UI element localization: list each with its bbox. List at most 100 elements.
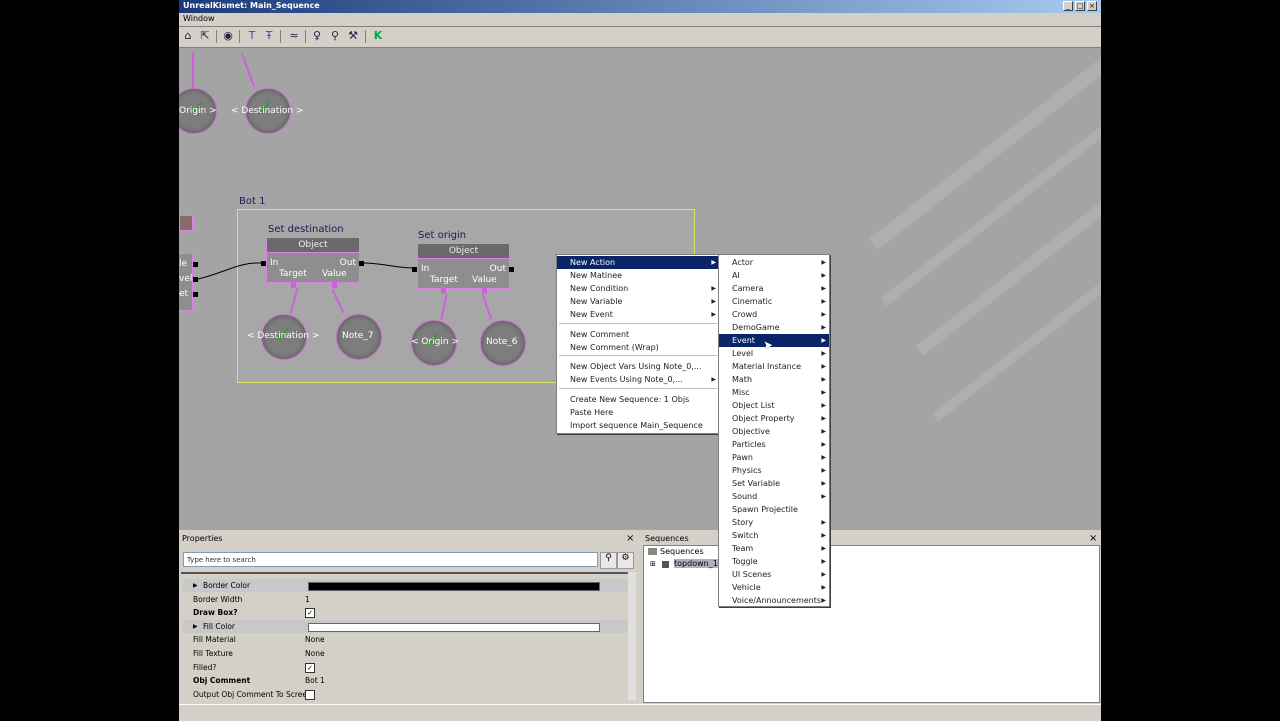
var-pin[interactable]	[482, 288, 487, 294]
submenu-item[interactable]: Misc ▶	[719, 386, 829, 399]
submenu-item[interactable]: Team ▶	[719, 542, 829, 555]
tree-item[interactable]: topdown_18	[674, 559, 723, 568]
properties-scrollbar[interactable]	[628, 572, 636, 700]
close-icon[interactable]: ×	[1089, 533, 1097, 544]
submenu-item[interactable]: Particles ▶	[719, 438, 829, 451]
sequence-tree[interactable]: Sequences ⊞ topdown_18	[643, 545, 1100, 703]
context-menu-item[interactable]: New Action ▶	[557, 256, 719, 269]
property-checkbox[interactable]: ✓	[305, 608, 315, 619]
tree-root[interactable]: Sequences	[660, 547, 704, 556]
submenu-item[interactable]: Event ▶	[719, 334, 829, 347]
text-top-icon[interactable]: T	[245, 29, 259, 43]
in-pin[interactable]	[412, 267, 417, 272]
submenu-item[interactable]: Math ▶	[719, 373, 829, 386]
property-name: Fill Material	[193, 635, 236, 645]
context-menu-item[interactable]: New Condition ▶	[557, 282, 719, 295]
property-row[interactable]: Border Width 1	[183, 593, 628, 606]
submenu-item[interactable]: Camera ▶	[719, 282, 829, 295]
expand-arrow-icon[interactable]: ▶	[193, 620, 198, 633]
context-menu-item[interactable]: Paste Here	[557, 406, 719, 419]
property-value[interactable]: Bot 1	[305, 674, 325, 687]
toolbar-separator	[365, 30, 366, 43]
menu-item-label: Pawn	[732, 453, 753, 462]
property-row[interactable]: Obj Comment Bot 1	[183, 674, 628, 687]
submenu-item[interactable]: Cinematic ▶	[719, 295, 829, 308]
submenu-item[interactable]: Pawn ▶	[719, 451, 829, 464]
wrench-icon[interactable]: ⚒	[346, 29, 360, 43]
submenu-item[interactable]: Story ▶	[719, 516, 829, 529]
new-action-submenu: Actor ▶ AI ▶ Camera ▶ Cinematic ▶ Crowd ▶ DemoGame…	[718, 254, 830, 607]
context-menu-item[interactable]: New Events Using Note_0,... ▶	[557, 373, 719, 386]
minimize-button[interactable]: _	[1063, 1, 1073, 11]
bulb-icon[interactable]: ♀	[310, 29, 324, 43]
close-icon[interactable]: ×	[626, 533, 634, 544]
eye-icon[interactable]: ◉	[221, 29, 235, 43]
close-button[interactable]: ×	[1087, 1, 1097, 11]
kismet-icon[interactable]: K	[371, 29, 385, 43]
property-name: Filled?	[193, 662, 217, 672]
property-row[interactable]: Filled? ✓	[183, 661, 628, 674]
submenu-item[interactable]: Voice/Announcements ▶	[719, 594, 829, 607]
parent-icon[interactable]: ⇱	[198, 29, 212, 43]
search-options-icon[interactable]: ⚙	[617, 552, 634, 569]
in-pin[interactable]	[261, 261, 266, 266]
submenu-item[interactable]: Objective ▶	[719, 425, 829, 438]
submenu-item[interactable]: Physics ▶	[719, 464, 829, 477]
maximize-button[interactable]: □	[1075, 1, 1085, 11]
submenu-item[interactable]: AI ▶	[719, 269, 829, 282]
context-menu-item[interactable]: New Variable ▶	[557, 295, 719, 308]
context-menu-item[interactable]: New Event ▶	[557, 308, 719, 321]
search-icon[interactable]: ⚲	[600, 552, 617, 569]
submenu-item[interactable]: Material Instance ▶	[719, 360, 829, 373]
submenu-item[interactable]: Sound ▶	[719, 490, 829, 503]
property-row[interactable]: ▶ Border Color	[183, 579, 628, 592]
submenu-item[interactable]: Actor ▶	[719, 256, 829, 269]
property-row[interactable]: Draw Box? ✓	[183, 606, 628, 619]
color-swatch[interactable]	[308, 622, 600, 632]
context-menu-item[interactable]: New Comment	[557, 328, 719, 341]
out-pin[interactable]	[359, 261, 364, 266]
search-placeholder: Type here to search	[187, 556, 256, 564]
submenu-item[interactable]: Vehicle ▶	[719, 581, 829, 594]
property-value[interactable]: 1	[305, 593, 310, 606]
context-menu-item[interactable]: New Object Vars Using Note_0,...	[557, 360, 719, 373]
chart-icon[interactable]: ≈	[287, 29, 301, 43]
context-menu-item[interactable]: Import sequence Main_Sequence	[557, 419, 719, 432]
context-menu-item[interactable]: New Comment (Wrap)	[557, 341, 719, 354]
property-row[interactable]: ▶ Fill Color	[183, 619, 628, 633]
submenu-item[interactable]: Toggle ▶	[719, 555, 829, 568]
var-pin[interactable]	[332, 282, 337, 288]
submenu-item[interactable]: DemoGame ▶	[719, 321, 829, 334]
property-row[interactable]: Fill Texture None	[183, 647, 628, 660]
zoom-icon[interactable]: ⚲	[328, 29, 342, 43]
text-split-icon[interactable]: Ŧ	[262, 29, 276, 43]
menu-item-label: New Action	[570, 258, 616, 267]
properties-search-input[interactable]: Type here to search	[183, 552, 598, 567]
properties-header: Properties	[179, 532, 639, 545]
property-value[interactable]: None	[305, 633, 325, 646]
var-pin[interactable]	[291, 282, 296, 288]
property-checkbox[interactable]	[305, 689, 315, 700]
out-pin[interactable]	[509, 267, 514, 272]
submenu-item[interactable]: Crowd ▶	[719, 308, 829, 321]
submenu-item[interactable]: Set Variable ▶	[719, 477, 829, 490]
submenu-item[interactable]: Object Property ▶	[719, 412, 829, 425]
property-row[interactable]: Output Obj Comment To Screen	[183, 688, 628, 701]
menu-window[interactable]: Window	[183, 14, 215, 23]
set-destination-action[interactable]: Object In Out Target Value	[266, 237, 360, 283]
submenu-item[interactable]: UI Scenes ▶	[719, 568, 829, 581]
context-menu-item[interactable]: Create New Sequence: 1 Objs	[557, 393, 719, 406]
set-origin-action[interactable]: Object In Out Target Value	[417, 243, 510, 289]
home-icon[interactable]: ⌂	[181, 29, 195, 43]
property-row[interactable]: Fill Material None	[183, 633, 628, 646]
expand-arrow-icon[interactable]: ▶	[193, 579, 198, 592]
expand-icon[interactable]: ⊞	[650, 560, 656, 568]
submenu-item[interactable]: Spawn Projectile	[719, 503, 829, 516]
color-swatch[interactable]	[308, 582, 600, 591]
context-menu-item[interactable]: New Matinee	[557, 269, 719, 282]
submenu-item[interactable]: Level ▶	[719, 347, 829, 360]
submenu-item[interactable]: Object List ▶	[719, 399, 829, 412]
submenu-item[interactable]: Switch ▶	[719, 529, 829, 542]
property-value[interactable]: None	[305, 647, 325, 660]
property-checkbox[interactable]: ✓	[305, 662, 315, 673]
